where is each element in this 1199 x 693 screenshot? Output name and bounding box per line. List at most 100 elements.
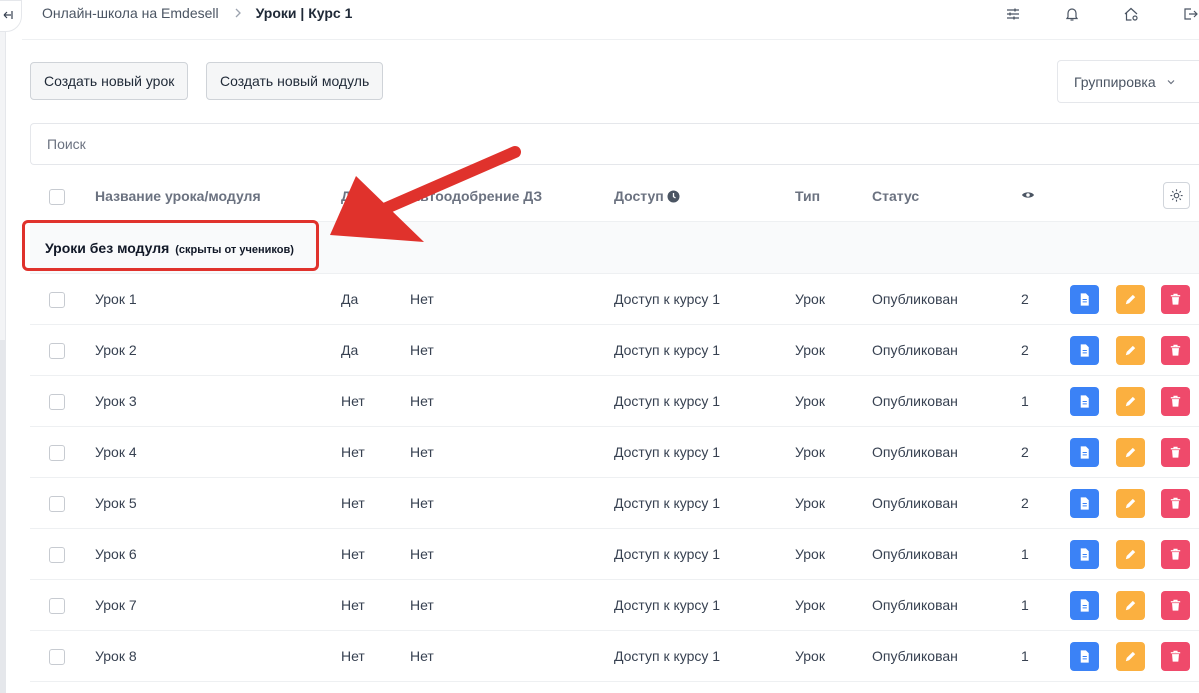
access-value: Доступ к курсу 1 <box>614 393 721 409</box>
view-button[interactable] <box>1070 642 1099 671</box>
table-settings-button[interactable] <box>1163 182 1190 209</box>
trash-icon <box>1170 395 1181 407</box>
view-button[interactable] <box>1070 285 1099 314</box>
access-value: Доступ к курсу 1 <box>614 546 721 562</box>
table-row[interactable]: Урок 1 Да Нет Доступ к курсу 1 Урок Опуб… <box>30 274 1199 325</box>
status-value: Опубликован <box>872 597 958 613</box>
column-status[interactable]: Статус <box>872 188 919 204</box>
lesson-name[interactable]: Урок 4 <box>95 444 137 460</box>
delete-button[interactable] <box>1161 285 1190 314</box>
row-checkbox[interactable] <box>49 649 65 665</box>
autoapprove-value: Нет <box>410 546 434 562</box>
delete-button[interactable] <box>1161 540 1190 569</box>
sidebar-strip <box>0 0 6 693</box>
edit-button[interactable] <box>1116 642 1145 671</box>
edit-button[interactable] <box>1116 489 1145 518</box>
row-checkbox[interactable] <box>49 292 65 308</box>
sidebar-collapse-button[interactable] <box>0 0 22 32</box>
row-checkbox[interactable] <box>49 343 65 359</box>
edit-button[interactable] <box>1116 591 1145 620</box>
status-value: Опубликован <box>872 444 958 460</box>
edit-button[interactable] <box>1116 438 1145 467</box>
row-checkbox[interactable] <box>49 547 65 563</box>
trash-icon <box>1170 599 1181 611</box>
edit-button[interactable] <box>1116 285 1145 314</box>
home-settings-icon[interactable] <box>1122 5 1140 23</box>
type-value: Урок <box>795 648 825 664</box>
highlight-box <box>22 220 319 271</box>
pencil-icon <box>1125 447 1136 458</box>
lesson-name[interactable]: Урок 7 <box>95 597 137 613</box>
row-checkbox[interactable] <box>49 598 65 614</box>
trash-icon <box>1170 293 1181 305</box>
column-type[interactable]: Тип <box>795 188 820 204</box>
status-value: Опубликован <box>872 393 958 409</box>
view-button[interactable] <box>1070 336 1099 365</box>
delete-button[interactable] <box>1161 336 1190 365</box>
row-checkbox[interactable] <box>49 394 65 410</box>
select-all-checkbox[interactable] <box>49 189 65 205</box>
table-body: Урок 1 Да Нет Доступ к курсу 1 Урок Опуб… <box>30 274 1199 682</box>
sliders-icon[interactable] <box>1004 5 1022 23</box>
homework-value: Нет <box>341 393 365 409</box>
column-homework[interactable]: ДЗ <box>341 188 360 204</box>
access-value: Доступ к курсу 1 <box>614 597 721 613</box>
document-icon <box>1080 599 1089 612</box>
view-button[interactable] <box>1070 489 1099 518</box>
type-value: Урок <box>795 597 825 613</box>
pencil-icon <box>1125 498 1136 509</box>
gear-icon <box>1169 188 1184 203</box>
row-checkbox[interactable] <box>49 445 65 461</box>
table-row[interactable]: Урок 3 Нет Нет Доступ к курсу 1 Урок Опу… <box>30 376 1199 427</box>
create-module-button[interactable]: Создать новый модуль <box>206 62 384 100</box>
column-autoapprove[interactable]: Автоодобрение ДЗ <box>410 188 542 204</box>
delete-button[interactable] <box>1161 387 1190 416</box>
trash-icon <box>1170 548 1181 560</box>
lesson-name[interactable]: Урок 1 <box>95 291 137 307</box>
document-icon <box>1080 395 1089 408</box>
table-row[interactable]: Урок 5 Нет Нет Доступ к курсу 1 Урок Опу… <box>30 478 1199 529</box>
edit-button[interactable] <box>1116 387 1145 416</box>
bell-icon[interactable] <box>1063 5 1081 23</box>
column-name[interactable]: Название урока/модуля <box>95 188 261 204</box>
document-icon <box>1080 497 1089 510</box>
grouping-select[interactable]: Группировка <box>1057 60 1199 103</box>
type-value: Урок <box>795 444 825 460</box>
autoapprove-value: Нет <box>410 444 434 460</box>
search-input[interactable] <box>30 123 1199 165</box>
column-access[interactable]: Доступ <box>614 188 680 204</box>
table-row[interactable]: Урок 8 Нет Нет Доступ к курсу 1 Урок Опу… <box>30 631 1199 682</box>
lesson-name[interactable]: Урок 8 <box>95 648 137 664</box>
lesson-name[interactable]: Урок 3 <box>95 393 137 409</box>
breadcrumb: Онлайн-школа на Emdesell Уроки | Курс 1 <box>42 5 352 21</box>
delete-button[interactable] <box>1161 642 1190 671</box>
breadcrumb-root[interactable]: Онлайн-школа на Emdesell <box>42 5 219 21</box>
table-header: Название урока/модуля ДЗ Автоодобрение Д… <box>30 170 1199 222</box>
logout-icon[interactable] <box>1181 5 1199 23</box>
edit-button[interactable] <box>1116 540 1145 569</box>
table-row[interactable]: Урок 2 Да Нет Доступ к курсу 1 Урок Опуб… <box>30 325 1199 376</box>
lesson-name[interactable]: Урок 5 <box>95 495 137 511</box>
autoapprove-value: Нет <box>410 495 434 511</box>
autoapprove-value: Нет <box>410 597 434 613</box>
lesson-name[interactable]: Урок 6 <box>95 546 137 562</box>
lesson-name[interactable]: Урок 2 <box>95 342 137 358</box>
view-button[interactable] <box>1070 387 1099 416</box>
column-access-label: Доступ <box>614 188 664 204</box>
delete-button[interactable] <box>1161 591 1190 620</box>
grouping-label: Группировка <box>1074 73 1156 90</box>
create-lesson-button[interactable]: Создать новый урок <box>30 62 189 100</box>
document-icon <box>1080 293 1089 306</box>
view-button[interactable] <box>1070 438 1099 467</box>
table-row[interactable]: Урок 4 Нет Нет Доступ к курсу 1 Урок Опу… <box>30 427 1199 478</box>
view-button[interactable] <box>1070 591 1099 620</box>
edit-button[interactable] <box>1116 336 1145 365</box>
view-button[interactable] <box>1070 540 1099 569</box>
delete-button[interactable] <box>1161 489 1190 518</box>
table-row[interactable]: Урок 6 Нет Нет Доступ к курсу 1 Урок Опу… <box>30 529 1199 580</box>
access-value: Доступ к курсу 1 <box>614 495 721 511</box>
delete-button[interactable] <box>1161 438 1190 467</box>
table-row[interactable]: Урок 7 Нет Нет Доступ к курсу 1 Урок Опу… <box>30 580 1199 631</box>
pencil-icon <box>1125 651 1136 662</box>
row-checkbox[interactable] <box>49 496 65 512</box>
